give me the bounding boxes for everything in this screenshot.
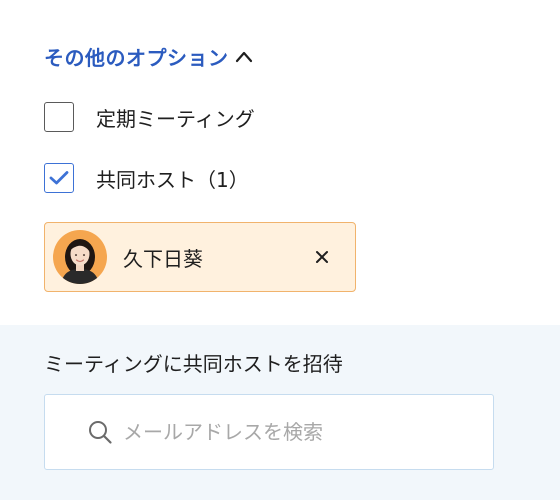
cohost-checkbox[interactable] [44, 163, 74, 193]
checkmark-icon [49, 171, 69, 185]
options-panel: その他のオプション 定期ミーティング 共同ホスト（1） 久下日葵 [0, 0, 560, 325]
more-options-toggle[interactable]: その他のオプション [44, 42, 255, 71]
cohost-option[interactable]: 共同ホスト（1） [44, 163, 249, 193]
more-options-label: その他のオプション [44, 46, 229, 70]
chevron-up-icon [235, 51, 252, 62]
cohost-label: 共同ホスト（1） [96, 167, 249, 192]
recurring-meeting-label: 定期ミーティング [96, 106, 255, 131]
invite-panel: ミーティングに共同ホストを招待 [0, 325, 560, 500]
email-search-box[interactable] [44, 394, 494, 470]
cohost-name: 久下日葵 [123, 246, 203, 271]
search-icon [89, 421, 112, 444]
email-search-input[interactable] [121, 419, 465, 445]
close-icon [316, 251, 328, 263]
avatar [53, 230, 107, 284]
invite-cohost-title: ミーティングに共同ホストを招待 [44, 352, 343, 376]
remove-cohost-button[interactable] [307, 242, 337, 272]
cohost-chip: 久下日葵 [44, 222, 356, 292]
recurring-meeting-checkbox[interactable] [44, 102, 74, 132]
recurring-meeting-option[interactable]: 定期ミーティング [44, 102, 255, 132]
